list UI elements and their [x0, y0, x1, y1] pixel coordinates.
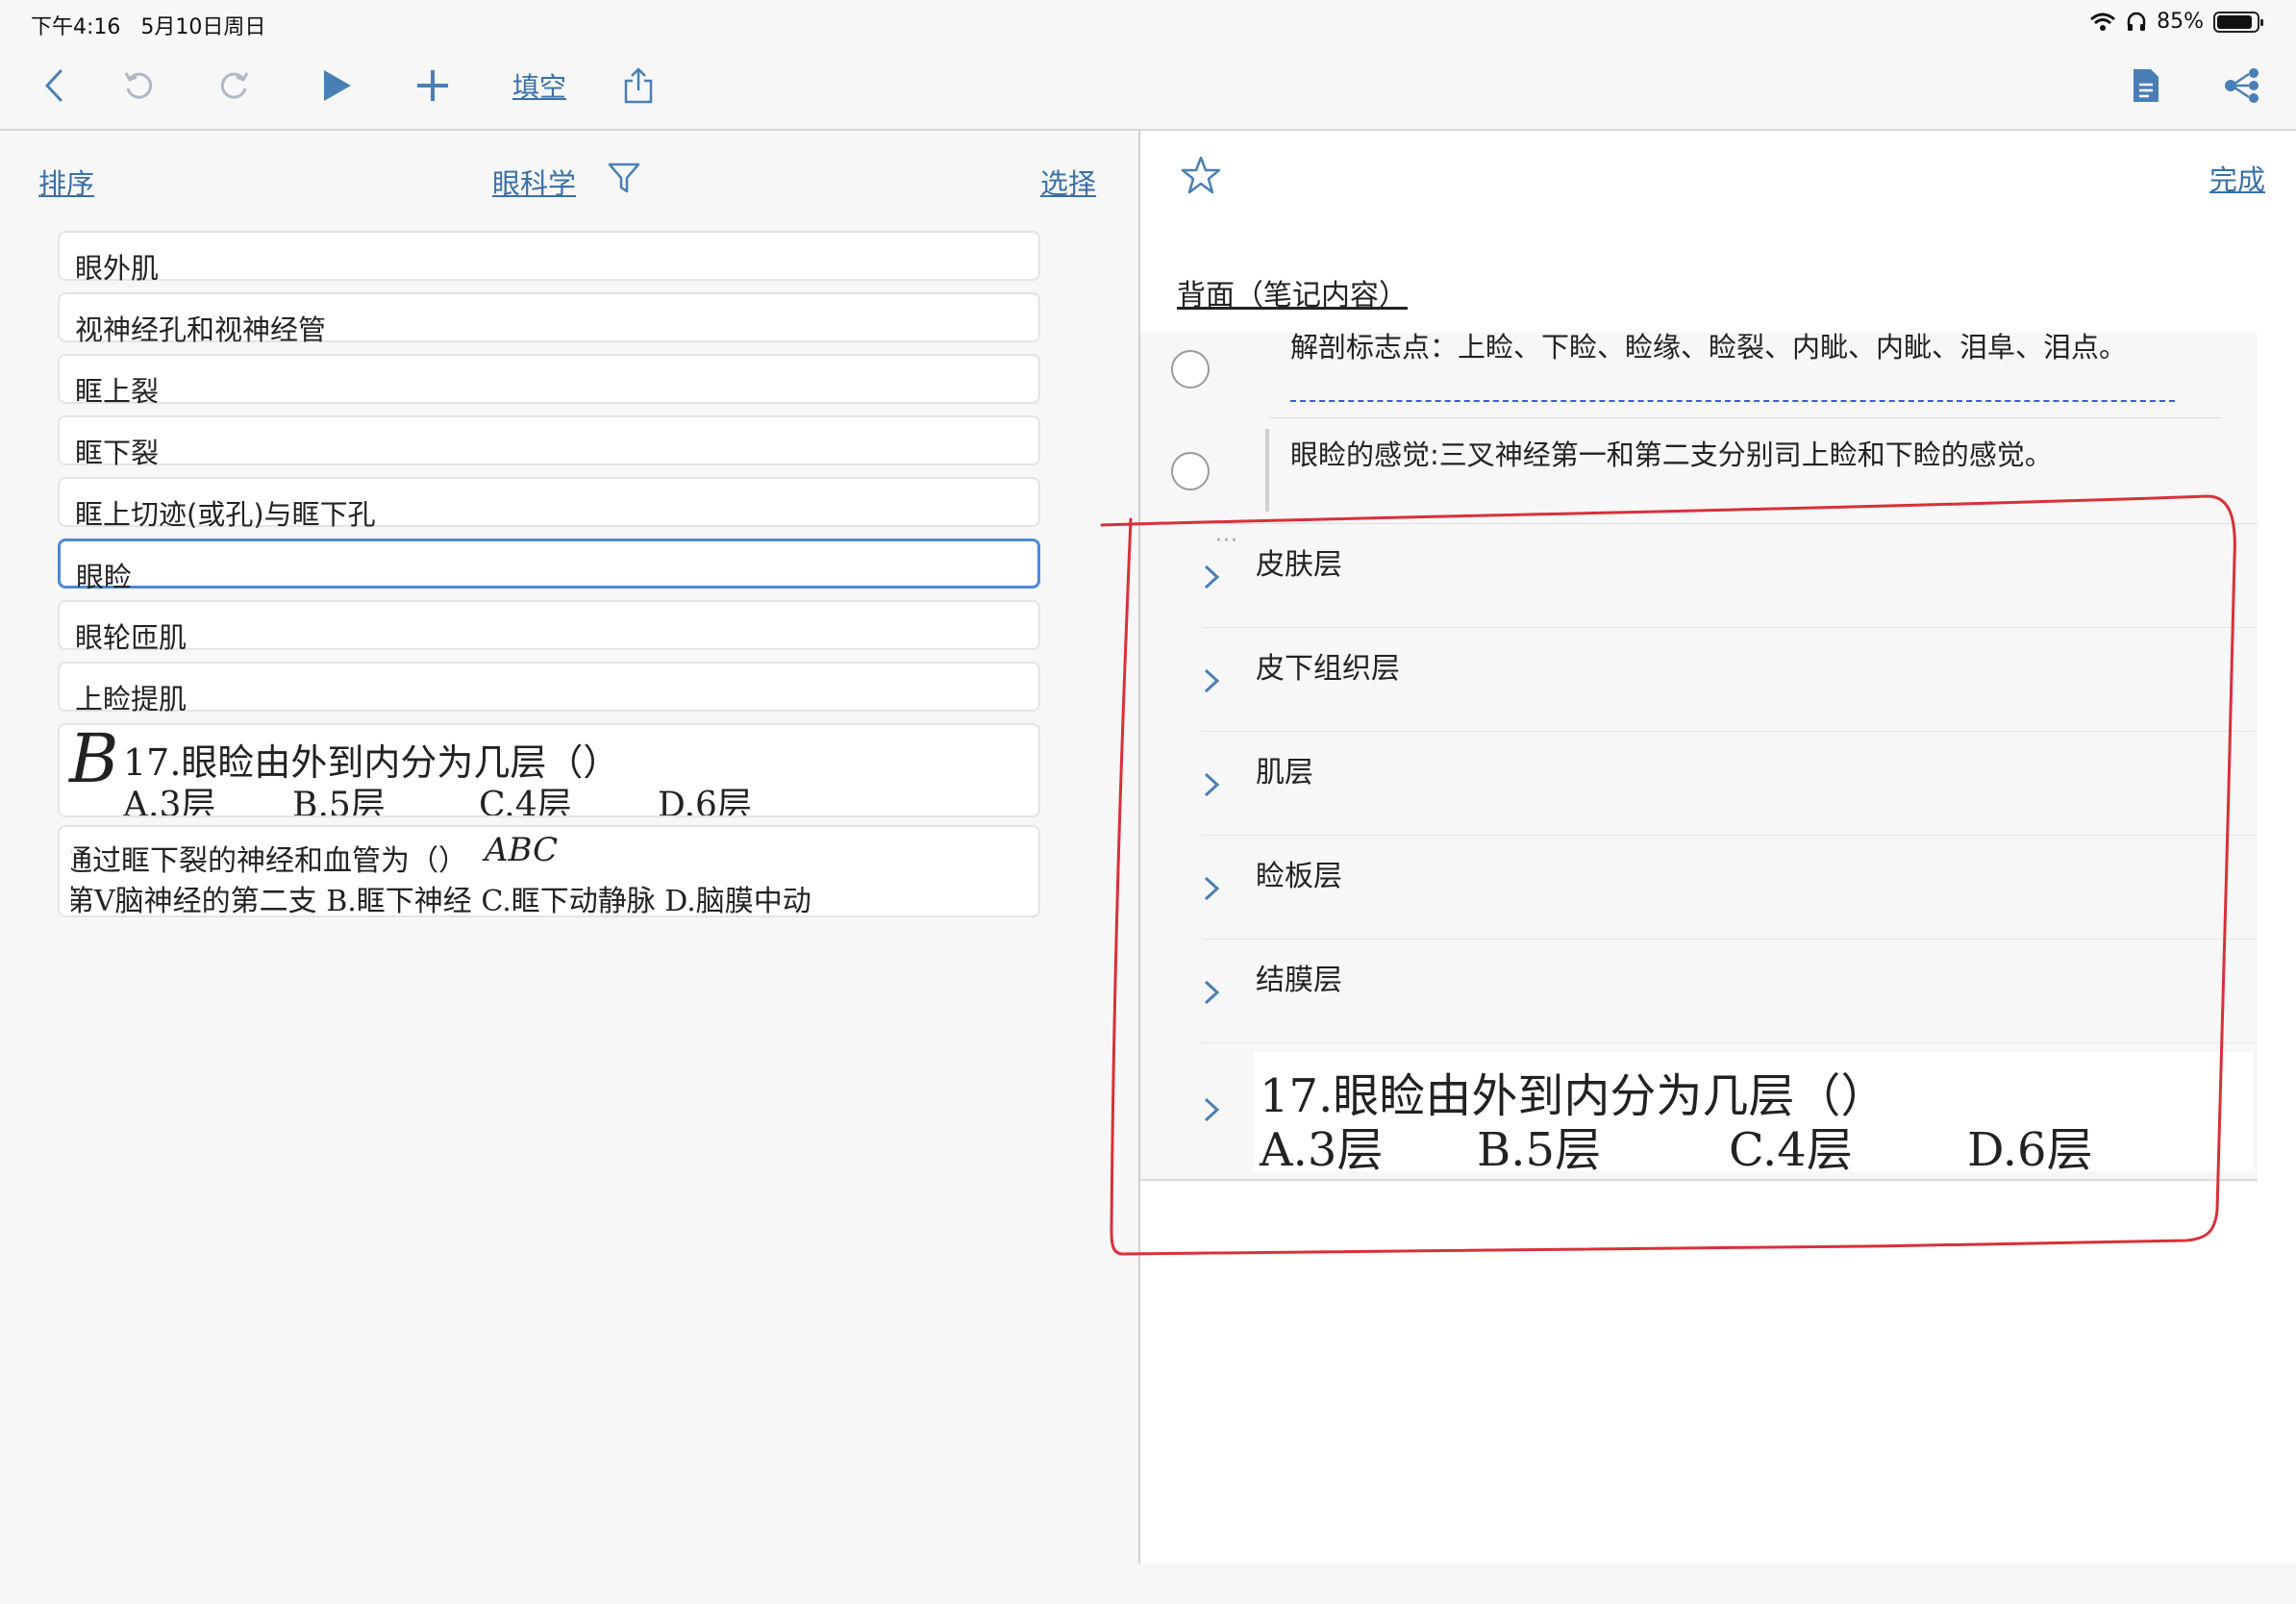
red-annotation-outline	[1100, 494, 2236, 1256]
